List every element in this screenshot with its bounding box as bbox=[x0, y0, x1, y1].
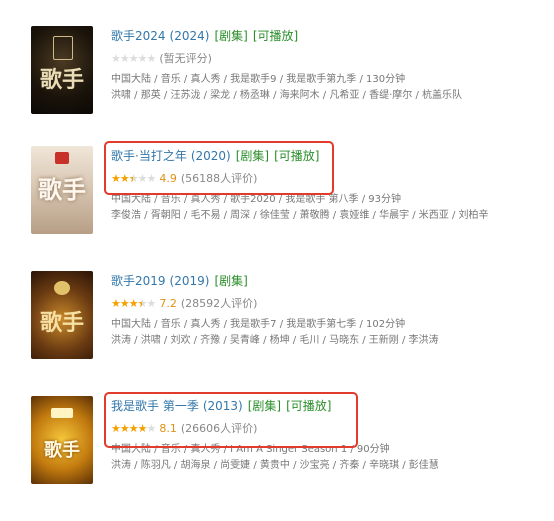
poster-image[interactable]: 歌手 bbox=[31, 146, 93, 234]
tag-series[interactable]: [剧集] bbox=[214, 29, 247, 43]
cast-list: 李俊浩 / 胥朝阳 / 毛不易 / 周深 / 徐佳莹 / 萧敬腾 / 袁娅维 /… bbox=[111, 210, 489, 221]
poster-logo-badge bbox=[51, 408, 73, 418]
tag-playable[interactable]: [可播放] bbox=[253, 29, 298, 43]
poster-logo-badge bbox=[55, 152, 69, 164]
poster-logo-badge bbox=[54, 281, 70, 295]
cast-list: 洪啸 / 那英 / 汪苏泷 / 梁龙 / 杨丞琳 / 海来阿木 / 凡希亚 / … bbox=[111, 90, 462, 101]
highlight-box bbox=[104, 141, 334, 195]
tag-series[interactable]: [剧集] bbox=[214, 274, 247, 288]
meta-info: 中国大陆 / 音乐 / 真人秀 / 我是歌手9 / 我是歌手第九季 / 130分… bbox=[111, 74, 406, 85]
item-info: 歌手2024 (2024) [剧集] [可播放] ★★★★★ (暂无评分) 中国大陆 /… bbox=[111, 28, 554, 104]
rating-stars: ★★★★★ bbox=[111, 52, 156, 65]
poster-image[interactable]: 歌手 bbox=[31, 396, 93, 484]
year-text: (2024) bbox=[169, 29, 210, 43]
title-line: 歌手2024 (2024) [剧集] [可播放] bbox=[111, 28, 554, 45]
vote-count: (暂无评分) bbox=[159, 52, 212, 65]
rating-line: ★★★★★★7.2 (28592人评价) bbox=[111, 296, 554, 311]
vote-count[interactable]: (28592人评价) bbox=[181, 297, 258, 310]
rating-score: 7.2 bbox=[159, 297, 177, 310]
result-item: 歌手 歌手2024 (2024) [剧集] [可播放] ★★★★★ (暂无评分) 中国大… bbox=[0, 20, 554, 120]
title-link[interactable]: 歌手2019 bbox=[111, 274, 166, 288]
poster-image[interactable]: 歌手 bbox=[31, 271, 93, 359]
item-info: 歌手2019(2019) [剧集] ★★★★★★7.2 (28592人评价) 中国大… bbox=[111, 273, 554, 349]
year-text: (2019) bbox=[169, 274, 210, 288]
poster-image[interactable]: 歌手 bbox=[31, 26, 93, 114]
title-line: 歌手2019 (2019) [剧集] bbox=[111, 273, 554, 290]
highlight-box bbox=[104, 392, 358, 448]
rating-line: ★★★★★ (暂无评分) bbox=[111, 51, 554, 66]
cast-list: 洪涛 / 陈羽凡 / 胡海泉 / 尚雯婕 / 黄贵中 / 沙宝亮 / 齐秦 / … bbox=[111, 460, 439, 471]
meta-info: 中国大陆 / 音乐 / 真人秀 / 我是歌手7 / 我是歌手第七季 / 102分… bbox=[111, 319, 406, 330]
poster-title-text: 歌手 bbox=[38, 175, 86, 204]
result-item: 歌手 歌手2019(2019) [剧集] ★★★★★★7.2 (28592人评价) … bbox=[0, 265, 554, 365]
poster-title-text: 歌手 bbox=[39, 310, 84, 336]
poster-logo-badge bbox=[53, 36, 73, 60]
cast-list: 洪涛 / 洪啸 / 刘欢 / 齐豫 / 吴青峰 / 杨坤 / 毛川 / 马晓东 … bbox=[111, 335, 439, 346]
title-link[interactable]: 歌手2024 bbox=[111, 29, 166, 43]
poster-title-text: 歌手 bbox=[39, 67, 84, 93]
poster-title-text: 歌手 bbox=[44, 440, 80, 461]
rating-stars: ★★★★★★ bbox=[111, 297, 156, 310]
